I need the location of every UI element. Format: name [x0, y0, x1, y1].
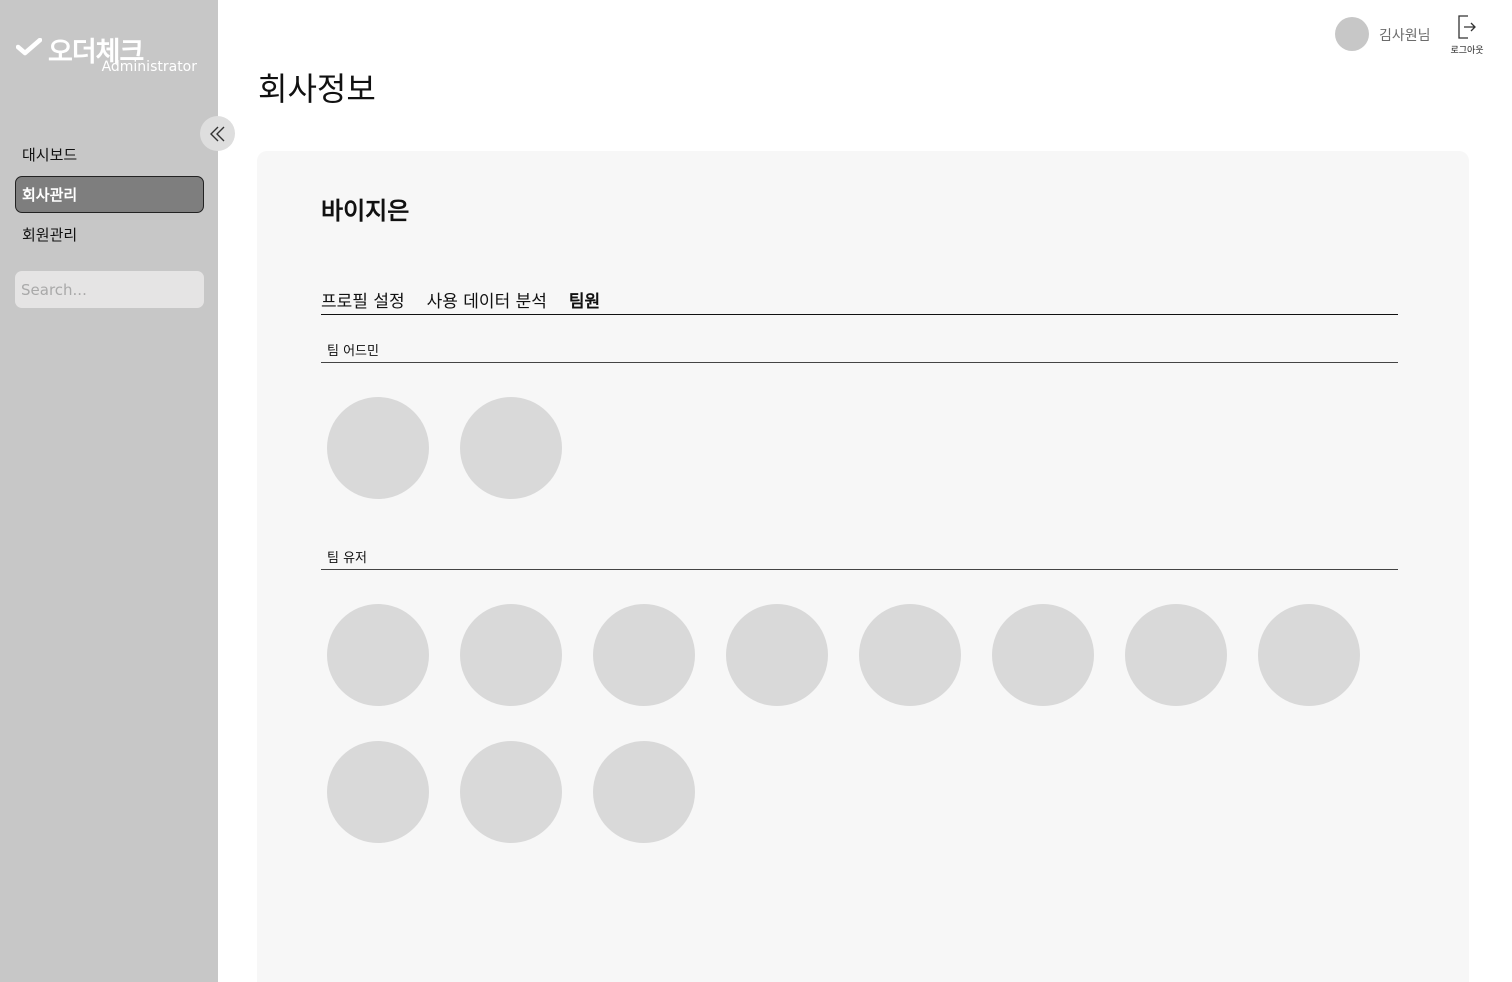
team-user-avatar[interactable]	[992, 604, 1094, 706]
tab-team-members[interactable]: 팀원	[569, 291, 600, 314]
user-avatar[interactable]	[1335, 17, 1369, 51]
sidebar: 오더체크 Administrator 대시보드 회사관리 회원관리	[0, 0, 218, 982]
sidebar-nav: 대시보드 회사관리 회원관리	[15, 136, 204, 256]
logout-label: 로그아웃	[1450, 46, 1484, 56]
team-user-avatar[interactable]	[460, 604, 562, 706]
logout-button[interactable]: 로그아웃	[1446, 14, 1488, 62]
team-user-section-title: 팀 유저	[321, 547, 1398, 570]
double-chevron-left-icon	[209, 126, 224, 141]
logo: 오더체크 Administrator	[16, 30, 201, 80]
company-name: 바이지은	[321, 197, 410, 225]
company-info-panel: 바이지은 프로필 설정 사용 데이터 분석 팀원 팀 어드민 팀 유저	[257, 151, 1469, 982]
team-user-avatar[interactable]	[859, 604, 961, 706]
team-user-avatar[interactable]	[327, 604, 429, 706]
checkmark-icon	[16, 38, 42, 56]
logo-subtitle: Administrator	[101, 59, 197, 75]
team-user-avatar[interactable]	[593, 741, 695, 843]
team-admin-section-title: 팀 어드민	[321, 340, 1398, 363]
sidebar-item-company-management[interactable]: 회사관리	[15, 176, 204, 213]
team-user-avatar[interactable]	[593, 604, 695, 706]
team-user-avatar[interactable]	[726, 604, 828, 706]
team-admin-grid	[327, 397, 1367, 499]
team-user-avatar[interactable]	[327, 741, 429, 843]
search-input[interactable]	[15, 271, 204, 308]
collapse-sidebar-button[interactable]	[200, 116, 235, 151]
team-user-avatar[interactable]	[1125, 604, 1227, 706]
user-name: 김사원님	[1379, 28, 1431, 44]
app-root: 오더체크 Administrator 대시보드 회사관리 회원관리 김사원님 로…	[0, 0, 1512, 982]
sidebar-item-dashboard[interactable]: 대시보드	[15, 136, 204, 173]
sidebar-item-member-management[interactable]: 회원관리	[15, 216, 204, 253]
team-admin-avatar[interactable]	[460, 397, 562, 499]
tab-usage-analytics[interactable]: 사용 데이터 분석	[427, 291, 547, 314]
team-admin-avatar[interactable]	[327, 397, 429, 499]
tab-profile-settings[interactable]: 프로필 설정	[321, 291, 405, 314]
page-title: 회사정보	[258, 70, 376, 108]
tab-bar: 프로필 설정 사용 데이터 분석 팀원	[321, 291, 1398, 315]
team-user-grid	[327, 604, 1367, 843]
logout-icon	[1458, 15, 1476, 39]
team-user-avatar[interactable]	[460, 741, 562, 843]
team-user-avatar[interactable]	[1258, 604, 1360, 706]
